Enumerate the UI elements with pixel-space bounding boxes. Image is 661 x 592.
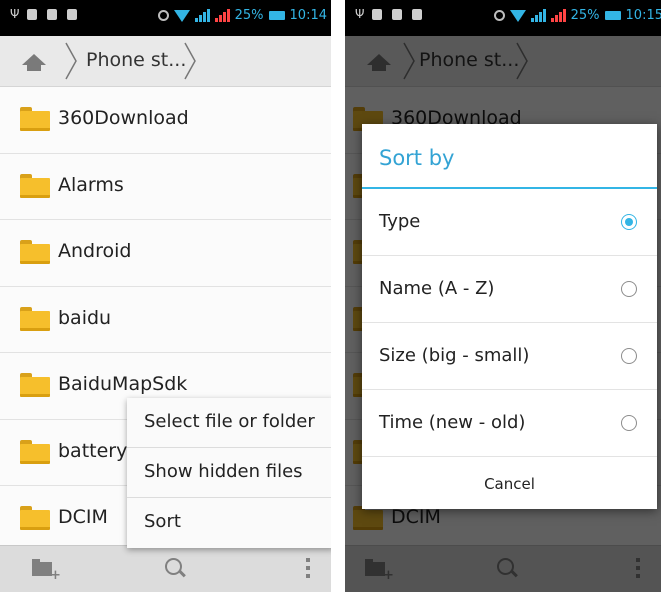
signal-2-icon	[214, 9, 230, 22]
more-vert-icon[interactable]	[635, 558, 641, 580]
file-name: DCIM	[391, 506, 441, 528]
option-label: Type	[379, 211, 421, 232]
sort-option-time[interactable]: Time (new - old)	[362, 390, 657, 457]
file-row[interactable]: 360Download	[0, 87, 331, 154]
alarm-icon	[493, 10, 505, 21]
bottom-action-bar: +	[345, 545, 661, 592]
notification-icon	[372, 9, 382, 20]
breadcrumb-current[interactable]: Phone st...	[86, 49, 186, 71]
home-button[interactable]	[359, 44, 393, 78]
radio-unchecked-icon[interactable]	[621, 348, 637, 364]
usb-icon: Ψ	[10, 7, 20, 21]
dialog-title: Sort by	[362, 124, 657, 189]
file-name: 360Download	[58, 107, 189, 129]
folder-icon	[20, 373, 50, 397]
home-icon	[367, 54, 391, 71]
option-label: Name (A - Z)	[379, 278, 495, 299]
file-row[interactable]: Alarms	[0, 154, 331, 220]
menu-item-show-hidden[interactable]: Show hidden files	[127, 448, 331, 498]
option-label: Time (new - old)	[379, 412, 526, 433]
breadcrumb-current[interactable]: Phone st...	[419, 49, 519, 71]
more-vert-icon[interactable]	[305, 558, 311, 580]
notification-icons: Ψ	[355, 7, 422, 21]
sort-option-size[interactable]: Size (big - small)	[362, 323, 657, 390]
file-name: BaiduMapSdk	[58, 373, 188, 395]
breadcrumb-separator	[516, 42, 528, 80]
file-row[interactable]: Android	[0, 220, 331, 287]
folder-icon	[20, 240, 50, 264]
status-bar: Ψ 25% 10:15	[345, 0, 661, 36]
signal-2-icon	[550, 9, 566, 22]
file-name: Alarms	[58, 173, 124, 196]
folder-icon	[20, 173, 50, 198]
overflow-menu: Select file or folder Show hidden files …	[127, 398, 331, 548]
breadcrumb-separator	[184, 42, 196, 80]
file-name: batteryl	[58, 439, 133, 462]
menu-item-sort[interactable]: Sort	[127, 498, 331, 548]
radio-checked-icon[interactable]	[621, 214, 637, 230]
left-screen: Ψ 25% 10:14 Phone st... 360Download Alar…	[0, 0, 331, 592]
battery-icon	[268, 11, 285, 20]
signal-icon	[530, 9, 546, 22]
radio-unchecked-icon[interactable]	[621, 415, 637, 431]
system-icons: 25% 10:14	[157, 8, 327, 23]
cancel-button[interactable]: Cancel	[362, 459, 657, 509]
battery-icon	[604, 11, 621, 20]
file-name: DCIM	[58, 506, 108, 528]
clock: 10:15	[625, 8, 661, 23]
store-icon	[412, 9, 422, 20]
wifi-icon	[173, 9, 190, 22]
folder-icon	[353, 506, 383, 530]
file-name: baidu	[58, 306, 112, 329]
signal-icon	[194, 9, 210, 22]
folder-icon	[20, 107, 50, 131]
home-icon	[22, 54, 46, 71]
folder-icon	[20, 306, 50, 331]
wifi-icon	[509, 9, 526, 22]
clock: 10:14	[289, 8, 327, 23]
bottom-action-bar: +	[0, 545, 331, 592]
new-folder-icon[interactable]: +	[32, 559, 61, 582]
breadcrumb: Phone st...	[345, 36, 661, 87]
sort-option-name[interactable]: Name (A - Z)	[362, 256, 657, 323]
right-screen: Ψ 25% 10:15 Phone st... 360Download Alar…	[345, 0, 661, 592]
breadcrumb-separator	[65, 42, 77, 80]
mail-icon	[392, 9, 402, 20]
alarm-icon	[157, 10, 169, 21]
home-button[interactable]	[14, 44, 48, 78]
breadcrumb: Phone st...	[0, 36, 331, 87]
folder-icon	[20, 439, 50, 464]
sort-option-type[interactable]: Type	[362, 189, 657, 256]
mail-icon	[47, 9, 57, 20]
usb-icon: Ψ	[355, 7, 365, 21]
breadcrumb-separator	[403, 42, 415, 80]
battery-percent: 25%	[570, 8, 600, 23]
sort-dialog: Sort by Type Name (A - Z) Size (big - sm…	[362, 124, 657, 509]
status-bar: Ψ 25% 10:14	[0, 0, 331, 36]
store-icon	[67, 9, 77, 20]
option-label: Size (big - small)	[379, 345, 530, 366]
file-row[interactable]: baidu	[0, 287, 331, 353]
notification-icons: Ψ	[10, 7, 77, 21]
search-icon[interactable]	[165, 558, 187, 580]
menu-item-select[interactable]: Select file or folder	[127, 398, 331, 448]
notification-icon	[27, 9, 37, 20]
battery-percent: 25%	[234, 8, 264, 23]
screenshot-divider	[331, 0, 345, 592]
radio-unchecked-icon[interactable]	[621, 281, 637, 297]
search-icon[interactable]	[497, 558, 519, 580]
new-folder-icon[interactable]: +	[365, 559, 394, 582]
file-name: Android	[58, 240, 132, 262]
folder-icon	[20, 506, 50, 530]
system-icons: 25% 10:15	[493, 8, 661, 23]
